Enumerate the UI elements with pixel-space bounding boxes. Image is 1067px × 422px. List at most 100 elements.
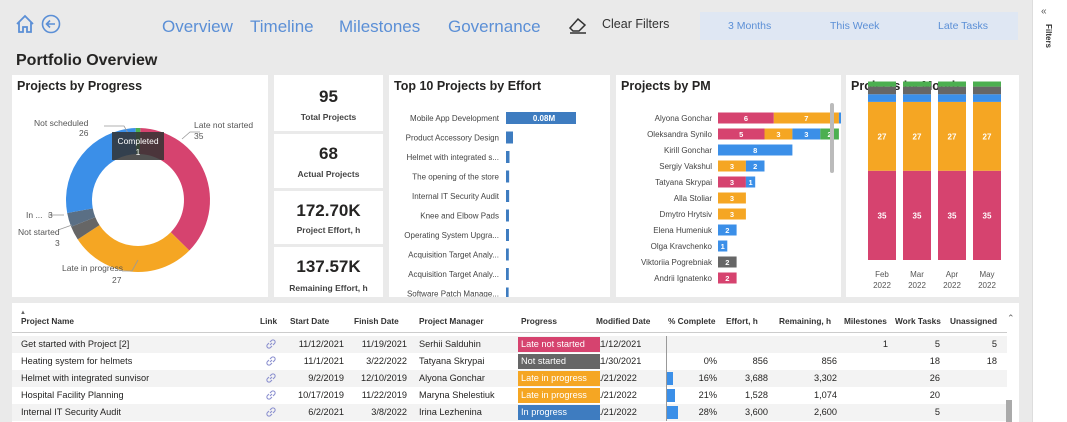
projects-by-progress-card: Projects by Progress Not scheduled 26 La… bbox=[12, 75, 268, 297]
nav-timeline[interactable]: Timeline bbox=[250, 17, 314, 37]
cell-effort: 3,688 bbox=[745, 373, 768, 383]
svg-text:Filters: Filters bbox=[1044, 24, 1053, 49]
nav-overview[interactable]: Overview bbox=[162, 17, 233, 37]
pm-data-label: 3 bbox=[730, 178, 734, 187]
effort-data-label: 0.08M bbox=[533, 114, 556, 123]
effort-category-label: Internal IT Security Audit bbox=[412, 192, 500, 201]
effort-bar[interactable] bbox=[506, 131, 513, 144]
effort-bar-chart: Mobile App Development 0.08M Product Acces… bbox=[404, 112, 576, 298]
cell-modified: 1/21/2022 bbox=[596, 373, 637, 383]
col-milestones[interactable]: Milestones bbox=[844, 316, 887, 326]
kpi-value: 172.70K bbox=[296, 201, 361, 220]
eraser-icon[interactable] bbox=[568, 16, 588, 34]
pm-bar-segment[interactable] bbox=[838, 112, 841, 124]
month-bar-segment[interactable] bbox=[868, 94, 896, 102]
effort-bar[interactable] bbox=[506, 190, 510, 202]
effort-bar[interactable] bbox=[506, 268, 509, 280]
effort-bar[interactable] bbox=[506, 170, 510, 183]
col-progress[interactable]: Progress bbox=[521, 316, 557, 326]
col-finish-date[interactable]: Finish Date bbox=[354, 316, 399, 326]
pm-bar-chart: Alyona Gonchar67411Oleksandra Synilo5332… bbox=[641, 112, 841, 284]
collapse-icon[interactable]: « bbox=[1041, 6, 1047, 17]
pm-data-label: 2 bbox=[725, 258, 729, 267]
month-bar-segment[interactable] bbox=[938, 81, 966, 87]
effort-bar[interactable] bbox=[506, 248, 509, 261]
value-late-in-progress: 27 bbox=[112, 275, 122, 285]
progress-badge: Late in progress bbox=[518, 388, 600, 403]
cell-remaining: 1,074 bbox=[814, 390, 837, 400]
month-bar-segment[interactable] bbox=[973, 86, 1001, 95]
table-row[interactable]: Helmet with integrated sunvisor 9/2/2019 1… bbox=[12, 370, 1007, 387]
clear-filters-button[interactable]: Clear Filters bbox=[602, 17, 669, 31]
filters-pane[interactable]: « Filters bbox=[1032, 0, 1067, 422]
table-row[interactable]: Get started with Project [2] 11/12/2021 11… bbox=[12, 336, 1007, 353]
col-start-date[interactable]: Start Date bbox=[290, 316, 329, 326]
period-late-tasks[interactable]: Late Tasks bbox=[938, 20, 988, 32]
back-icon[interactable] bbox=[40, 13, 62, 35]
pm-data-label: 3 bbox=[804, 130, 808, 139]
pm-data-label: 5 bbox=[739, 130, 743, 139]
pm-data-label: 3 bbox=[776, 130, 780, 139]
cell-milestones: 1 bbox=[882, 339, 888, 349]
nav-governance[interactable]: Governance bbox=[448, 17, 541, 37]
col-percent-complete[interactable]: % Complete bbox=[668, 316, 715, 326]
month-bar-segment[interactable] bbox=[903, 86, 931, 95]
cell-start: 6/2/2021 bbox=[308, 407, 344, 417]
link-icon[interactable] bbox=[265, 406, 277, 418]
link-icon[interactable] bbox=[265, 355, 277, 367]
table-row[interactable]: Heating system for helmets 11/1/2021 3/22/… bbox=[12, 353, 1007, 370]
month-bar-segment[interactable] bbox=[868, 86, 896, 95]
col-work-tasks[interactable]: Work Tasks bbox=[895, 316, 941, 326]
table-row[interactable]: Hospital Facility Planning 10/17/2019 11/2… bbox=[12, 387, 1007, 404]
cell-pct: 0% bbox=[703, 356, 717, 366]
effort-bar[interactable] bbox=[506, 209, 509, 222]
month-bar-segment[interactable] bbox=[903, 81, 931, 87]
month-bar-segment[interactable] bbox=[973, 81, 1001, 87]
month-bar-segment[interactable] bbox=[868, 81, 896, 87]
projects-by-pm-card: Projects by PM Alyona Gonchar67411Oleksa… bbox=[616, 75, 841, 297]
label-in-progress: In ... bbox=[26, 210, 43, 220]
scroll-up-icon[interactable]: ⌃ bbox=[1007, 313, 1015, 324]
period-3-months[interactable]: 3 Months bbox=[728, 20, 771, 32]
col-unassigned[interactable]: Unassigned bbox=[950, 316, 997, 326]
period-this-week[interactable]: This Week bbox=[830, 20, 879, 32]
link-icon[interactable] bbox=[265, 389, 277, 401]
link-icon[interactable] bbox=[265, 338, 277, 350]
table-scrollbar[interactable] bbox=[1006, 400, 1012, 422]
effort-bar[interactable] bbox=[506, 287, 509, 298]
col-remaining[interactable]: Remaining, h bbox=[779, 316, 831, 326]
cell-pm: Tatyana Skrypai bbox=[419, 356, 485, 366]
cell-pm: Serhii Salduhin bbox=[419, 339, 481, 349]
pm-category-label: Oleksandra Synilo bbox=[647, 130, 712, 139]
cell-pm: Maryna Shelestiuk bbox=[419, 390, 495, 400]
pm-category-label: Alla Stoliar bbox=[674, 194, 713, 203]
col-effort[interactable]: Effort, h bbox=[726, 316, 758, 326]
effort-bar[interactable] bbox=[506, 151, 510, 163]
pm-data-label: 6 bbox=[744, 114, 748, 123]
cell-work-tasks: 5 bbox=[934, 339, 940, 349]
filters-pane-label[interactable]: Filters bbox=[1036, 20, 1066, 80]
month-bar-segment[interactable] bbox=[973, 94, 1001, 102]
tooltip-label: Completed bbox=[117, 136, 158, 146]
nav-milestones[interactable]: Milestones bbox=[339, 17, 420, 37]
effort-category-label: Mobile App Development bbox=[410, 114, 500, 123]
link-icon[interactable] bbox=[265, 372, 277, 384]
col-project-manager[interactable]: Project Manager bbox=[419, 316, 484, 326]
table-row[interactable]: Internal IT Security Audit 6/2/2021 3/8/20… bbox=[12, 404, 1007, 421]
col-link[interactable]: Link bbox=[260, 316, 277, 326]
value-not-scheduled: 26 bbox=[79, 128, 89, 138]
cell-name: Internal IT Security Audit bbox=[21, 407, 121, 417]
home-icon[interactable] bbox=[14, 13, 36, 35]
percent-axis bbox=[666, 353, 667, 370]
chart-scrollbar[interactable] bbox=[830, 103, 834, 173]
effort-bar[interactable] bbox=[506, 229, 509, 241]
month-bar-segment[interactable] bbox=[938, 94, 966, 102]
pm-category-label: Elena Humeniuk bbox=[653, 226, 713, 235]
progress-badge: In progress bbox=[518, 405, 600, 420]
month-bar-segment[interactable] bbox=[903, 94, 931, 102]
col-modified-date[interactable]: Modified Date bbox=[596, 316, 650, 326]
cell-effort: 856 bbox=[752, 356, 768, 366]
percent-complete-bar bbox=[667, 372, 674, 385]
month-bar-segment[interactable] bbox=[938, 86, 966, 95]
col-project-name[interactable]: Project Name bbox=[21, 316, 74, 326]
